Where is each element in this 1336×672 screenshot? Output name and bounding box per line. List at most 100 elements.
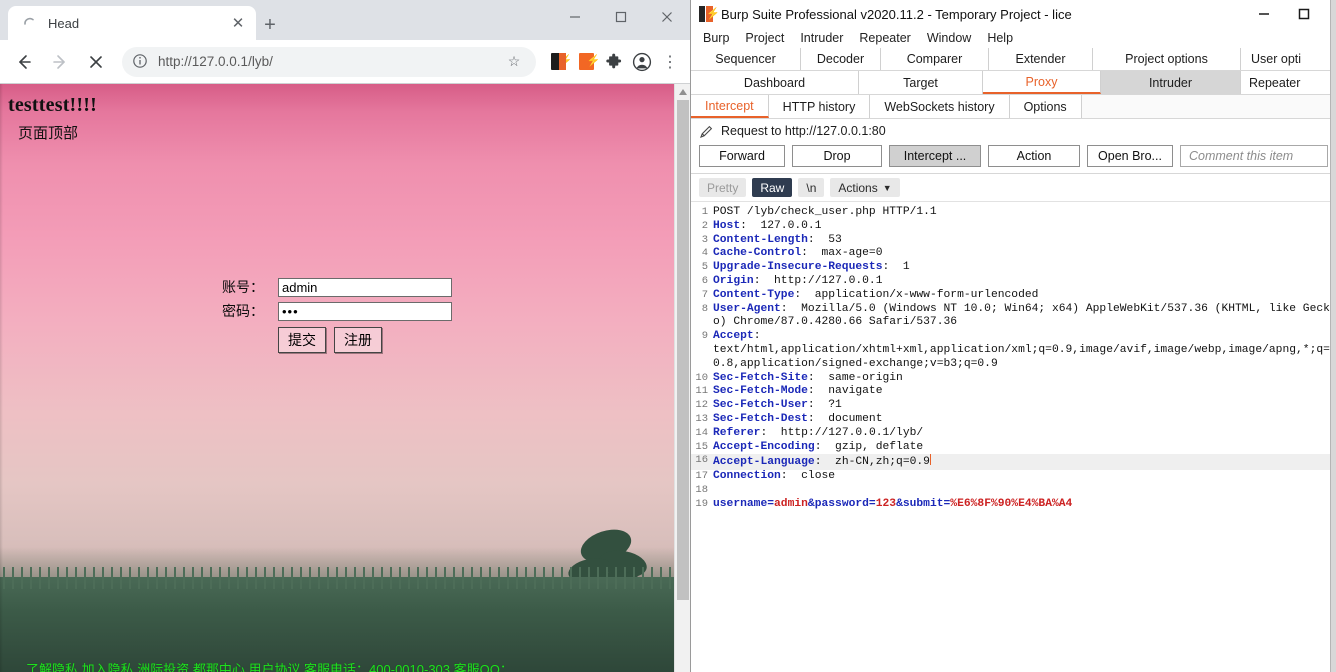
pretty-mode-button[interactable]: Pretty bbox=[699, 178, 747, 197]
new-tab-button[interactable]: + bbox=[256, 11, 284, 39]
subtab-intercept[interactable]: Intercept bbox=[691, 95, 769, 118]
tab-proxy[interactable]: Proxy bbox=[983, 71, 1101, 94]
request-code-lines[interactable]: 1 POST /lyb/check_user.php HTTP/1.1 2 Host:… bbox=[691, 206, 1336, 664]
browser-maximize-button[interactable] bbox=[598, 0, 644, 34]
open-browser-button[interactable]: Open Bro... bbox=[1087, 145, 1173, 167]
subtab-options[interactable]: Options bbox=[1009, 95, 1082, 118]
request-line[interactable]: 18 bbox=[691, 484, 1336, 498]
intercept-button-bar: Forward Drop Intercept ... Action Open B… bbox=[691, 143, 1336, 174]
tab-project-options[interactable]: Project options bbox=[1093, 48, 1241, 70]
register-button[interactable]: 注册 bbox=[334, 327, 382, 353]
tab-target[interactable]: Target bbox=[859, 71, 983, 94]
request-line[interactable]: 16 Accept-Language: zh-CN,zh;q=0.9 bbox=[691, 454, 1336, 471]
request-line[interactable]: 7 Content-Type: application/x-www-form-ur… bbox=[691, 289, 1336, 303]
tab-extender[interactable]: Extender bbox=[989, 48, 1093, 70]
actions-dropdown[interactable]: Actions ▼ bbox=[830, 178, 900, 197]
subtab-websockets-history[interactable]: WebSockets history bbox=[870, 95, 1010, 118]
request-line[interactable]: 5 Upgrade-Insecure-Requests: 1 bbox=[691, 261, 1336, 275]
request-line[interactable]: 15 Accept-Encoding: gzip, deflate bbox=[691, 441, 1336, 455]
newline-mode-button[interactable]: \n bbox=[798, 178, 825, 197]
tab-sequencer[interactable]: Sequencer bbox=[691, 48, 801, 70]
request-line[interactable]: 8 User-Agent: Mozilla/5.0 (Windows NT 10.… bbox=[691, 303, 1336, 331]
address-bar[interactable]: http://127.0.0.1/lyb/ ☆ bbox=[122, 46, 536, 77]
intercept-toggle-button[interactable]: Intercept ... bbox=[889, 145, 981, 167]
tab-dashboard[interactable]: Dashboard bbox=[691, 71, 859, 94]
menu-repeater[interactable]: Repeater bbox=[851, 31, 918, 45]
scrollbar-thumb[interactable] bbox=[677, 100, 689, 600]
line-text: Content-Length: 53 bbox=[713, 233, 842, 246]
page-footer-text: 了解隐私 加入隐私 洲际投资 都那中心 用户协议 客服电话：400-0010-3… bbox=[26, 662, 513, 672]
action-button[interactable]: Action bbox=[988, 145, 1080, 167]
subtab-http-history[interactable]: HTTP history bbox=[768, 95, 871, 118]
password-input[interactable] bbox=[278, 301, 452, 321]
tab-intruder[interactable]: Intruder bbox=[1101, 71, 1241, 94]
page-vertical-scrollbar[interactable] bbox=[674, 84, 690, 672]
line-number: 13 bbox=[695, 412, 708, 425]
loading-spinner-icon bbox=[22, 15, 38, 31]
request-line[interactable]: 4 Cache-Control: max-age=0 bbox=[691, 247, 1336, 261]
puzzle-icon[interactable] bbox=[600, 48, 628, 76]
tab-repeater[interactable]: Repeater bbox=[1241, 71, 1336, 94]
request-line[interactable]: 1 POST /lyb/check_user.php HTTP/1.1 bbox=[691, 206, 1336, 220]
request-line[interactable]: 14 Referer: http://127.0.0.1/lyb/ bbox=[691, 427, 1336, 441]
line-text: Sec-Fetch-User: ?1 bbox=[713, 399, 842, 412]
browser-tab[interactable]: Head ✕ bbox=[8, 6, 256, 40]
line-number: 18 bbox=[695, 483, 708, 496]
browser-close-button[interactable] bbox=[644, 0, 690, 34]
tab-user-options[interactable]: User opti bbox=[1241, 48, 1336, 70]
request-line[interactable]: 9 Accept: text/html,application/xhtml+xml… bbox=[691, 330, 1336, 371]
browser-tab-strip: Head ✕ + bbox=[0, 0, 690, 40]
request-editor[interactable]: 1 POST /lyb/check_user.php HTTP/1.1 2 Host:… bbox=[691, 202, 1336, 664]
tab-comparer[interactable]: Comparer bbox=[881, 48, 989, 70]
menu-help[interactable]: Help bbox=[979, 31, 1021, 45]
tab-decoder[interactable]: Decoder bbox=[801, 48, 881, 70]
menu-window[interactable]: Window bbox=[919, 31, 979, 45]
profile-avatar-icon[interactable] bbox=[628, 48, 656, 76]
back-icon[interactable] bbox=[8, 46, 40, 78]
drop-button[interactable]: Drop bbox=[792, 145, 882, 167]
menu-burp[interactable]: Burp bbox=[695, 31, 737, 45]
scroll-up-arrow-icon[interactable] bbox=[675, 84, 690, 100]
burp-tabs-bottom-row: Dashboard Target Proxy Intruder Repeater bbox=[691, 71, 1336, 95]
submit-button[interactable]: 提交 bbox=[278, 327, 326, 353]
request-line[interactable]: 6 Origin: http://127.0.0.1 bbox=[691, 275, 1336, 289]
line-text: POST /lyb/check_user.php HTTP/1.1 bbox=[713, 206, 937, 218]
line-number: 14 bbox=[695, 426, 708, 439]
site-info-icon[interactable] bbox=[132, 53, 150, 71]
line-number: 16 bbox=[695, 454, 708, 467]
request-line[interactable]: 2 Host: 127.0.0.1 bbox=[691, 220, 1336, 234]
request-line[interactable]: 19 username=admin&password=123&submit=%E6… bbox=[691, 498, 1336, 512]
page-title: testtest!!!! bbox=[8, 94, 98, 116]
request-line[interactable]: 10 Sec-Fetch-Site: same-origin bbox=[691, 372, 1336, 386]
browser-minimize-button[interactable] bbox=[552, 0, 598, 34]
page-viewport: testtest!!!! 页面顶部 账号： 密码： 提交 注册 bbox=[0, 84, 690, 672]
menu-project[interactable]: Project bbox=[737, 31, 792, 45]
raw-mode-button[interactable]: Raw bbox=[752, 178, 793, 197]
menu-intruder[interactable]: Intruder bbox=[792, 31, 851, 45]
burp-minimize-button[interactable] bbox=[1244, 0, 1284, 28]
url-text[interactable]: http://127.0.0.1/lyb/ bbox=[158, 54, 504, 69]
tab-close-icon[interactable]: ✕ bbox=[228, 13, 248, 33]
password-row: 密码： bbox=[222, 301, 452, 321]
comment-input[interactable]: Comment this item bbox=[1180, 145, 1328, 167]
request-line[interactable]: 17 Connection: close bbox=[691, 470, 1336, 484]
burp-dark-icon[interactable]: ⚡ bbox=[544, 48, 572, 76]
request-line[interactable]: 3 Content-Length: 53 bbox=[691, 234, 1336, 248]
forward-button[interactable]: Forward bbox=[699, 145, 785, 167]
page-background: testtest!!!! 页面顶部 账号： 密码： 提交 注册 bbox=[0, 84, 674, 672]
request-line[interactable]: 13 Sec-Fetch-Dest: document bbox=[691, 413, 1336, 427]
line-number: 2 bbox=[701, 219, 708, 232]
username-input[interactable] bbox=[278, 277, 452, 297]
form-buttons: 提交 注册 bbox=[222, 327, 452, 353]
request-target-text: Request to http://127.0.0.1:80 bbox=[721, 124, 886, 138]
burp-maximize-button[interactable] bbox=[1284, 0, 1324, 28]
request-line[interactable]: 11 Sec-Fetch-Mode: navigate bbox=[691, 385, 1336, 399]
request-line[interactable]: 12 Sec-Fetch-User: ?1 bbox=[691, 399, 1336, 413]
forward-icon[interactable] bbox=[44, 46, 76, 78]
proxy-subtabs: Intercept HTTP history WebSockets histor… bbox=[691, 95, 1336, 119]
stop-loading-icon[interactable] bbox=[80, 46, 112, 78]
line-text: Accept-Encoding: gzip, deflate bbox=[713, 440, 924, 453]
bookmark-star-icon[interactable]: ☆ bbox=[504, 53, 524, 70]
burp-orange-icon[interactable]: ⚡ bbox=[572, 48, 600, 76]
browser-menu-icon[interactable]: ⋮ bbox=[656, 48, 684, 76]
